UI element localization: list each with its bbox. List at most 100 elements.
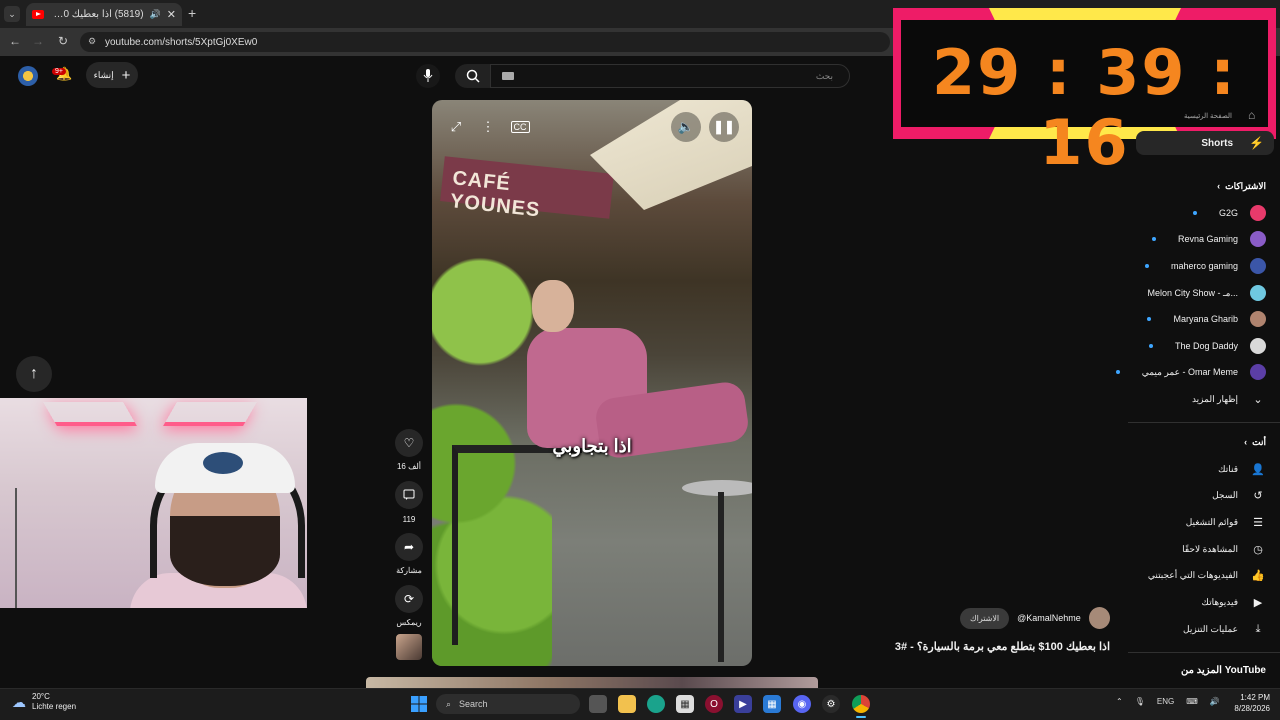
- clock-time: 1:42 PM: [1240, 693, 1270, 702]
- sidebar-item-your-channel[interactable]: قناتك 👤: [1218, 458, 1266, 480]
- captions-icon[interactable]: CC: [505, 112, 535, 142]
- playlist-icon: ☰: [1253, 516, 1263, 529]
- subscriptions-heading[interactable]: ‹ الاشتراكات: [1217, 181, 1266, 192]
- you-heading[interactable]: ‹ أنت: [1244, 437, 1266, 448]
- person-box-icon: 👤: [1251, 463, 1265, 476]
- chrome-icon[interactable]: [852, 695, 870, 713]
- keyboard-icon[interactable]: [502, 72, 514, 80]
- sidebar-item-channel[interactable]: Melon City Show - مـ...: [1147, 282, 1266, 304]
- reload-icon[interactable]: ↻: [55, 34, 71, 48]
- task-view-icon[interactable]: [589, 695, 607, 713]
- chevron-down-icon: ⌄: [1253, 393, 1263, 406]
- sidebar-item-label: عمليات التنزيل: [1183, 623, 1238, 634]
- sidebar-item-liked-videos[interactable]: الفيديوهات التي أعجبتني 👍: [1148, 564, 1266, 586]
- neon-light-right: [163, 402, 257, 426]
- sidebar-item-label: Melon City Show - مـ...: [1147, 287, 1238, 298]
- show-more-button[interactable]: إظهار المزيد ⌄: [1192, 388, 1266, 410]
- clock-icon: ◷: [1253, 543, 1263, 556]
- sidebar-item-playlists[interactable]: قوائم التشغيل ☰: [1186, 511, 1266, 533]
- pause-icon[interactable]: ❚❚: [709, 112, 739, 142]
- scroll-up-button[interactable]: ↑: [16, 356, 52, 392]
- like-button[interactable]: ♡: [395, 429, 423, 457]
- more-options-icon[interactable]: ⋮: [473, 112, 503, 142]
- language-indicator[interactable]: ENG: [1157, 697, 1174, 706]
- sidebar-item-downloads[interactable]: عمليات التنزيل ⤓: [1183, 618, 1266, 640]
- opera-icon[interactable]: O: [705, 695, 723, 713]
- sidebar-item-label: Maryana Gharib: [1173, 314, 1238, 324]
- sidebar: ‹ الاشتراكات G2G Revna Gaming maherco ga…: [1115, 96, 1280, 686]
- search-input[interactable]: بحث: [490, 64, 850, 88]
- back-arrow-icon[interactable]: ←: [7, 34, 23, 48]
- sidebar-item-label: G2G: [1218, 208, 1238, 218]
- like-count: 16 ألف: [396, 462, 422, 471]
- speaker-icon[interactable]: 🔊: [150, 9, 161, 20]
- thumb-up-icon: 👍: [1251, 569, 1265, 582]
- sidebar-item-label: قوائم التشغيل: [1185, 516, 1238, 527]
- channel-avatar: [1250, 285, 1266, 301]
- new-tab-button[interactable]: +: [188, 5, 196, 21]
- sidebar-item-channel[interactable]: Maryana Gharib: [1147, 308, 1266, 330]
- sidebar-item-watch-later[interactable]: المشاهدة لاحقًا ◷: [1182, 538, 1266, 560]
- shorts-video-player[interactable]: CAFÉ YOUNES: [432, 100, 752, 666]
- live-dot: [1144, 264, 1149, 268]
- microphone-icon[interactable]: [416, 64, 440, 88]
- channel-handle[interactable]: @KamalNehme: [1017, 613, 1081, 623]
- sidebar-item-channel[interactable]: G2G: [1192, 202, 1266, 224]
- create-button[interactable]: إنشاء +: [86, 62, 138, 88]
- search-button[interactable]: [455, 64, 491, 88]
- sidebar-item-history[interactable]: السجل ↺: [1212, 484, 1266, 506]
- sidebar-item-your-videos[interactable]: فيديوهاتك ▶: [1202, 591, 1266, 613]
- forward-arrow-icon[interactable]: →: [30, 34, 46, 48]
- chevron-up-icon[interactable]: ⌃: [1116, 697, 1123, 706]
- steam-icon[interactable]: ⚙: [822, 695, 840, 713]
- weather-text: 20°C Lichte regen: [32, 692, 76, 712]
- share-label: مشاركة: [396, 566, 422, 575]
- site-info-icon[interactable]: ⚙: [88, 36, 96, 47]
- comments-button[interactable]: [395, 481, 423, 509]
- subscribe-button[interactable]: الاشتراك: [960, 607, 1010, 629]
- store-icon[interactable]: ▦: [676, 695, 694, 713]
- windows-start-icon[interactable]: [410, 695, 428, 713]
- url-field[interactable]: ⚙ youtube.com/shorts/5XptGj0XEw0: [80, 32, 890, 52]
- tab-close-icon[interactable]: ✕: [167, 8, 176, 21]
- taskbar-search[interactable]: ⌕ Search: [436, 694, 580, 714]
- system-tray: ⌃ 🎙 ENG ⌨ 🔊: [1116, 697, 1220, 706]
- sidebar-item-label: المشاهدة لاحقًا: [1182, 543, 1238, 554]
- sidebar-item-channel[interactable]: maherco gaming: [1144, 255, 1266, 277]
- sidebar-item-label: إظهار المزيد: [1191, 393, 1238, 404]
- active-app-indicator: [856, 716, 866, 718]
- live-dot: [1147, 317, 1152, 321]
- you-heading-label: أنت: [1252, 437, 1266, 447]
- chevron-left-icon: ‹: [1217, 181, 1226, 191]
- share-button[interactable]: ➦: [395, 533, 423, 561]
- tab-list-button[interactable]: ⌄: [4, 6, 20, 22]
- sidebar-item-label: السجل: [1212, 489, 1238, 500]
- volume-icon[interactable]: 🔈: [671, 112, 701, 142]
- edge-icon[interactable]: [647, 695, 665, 713]
- app-icon[interactable]: ▶: [734, 695, 752, 713]
- video-caption: اذا بتجاوبي: [552, 436, 632, 456]
- channel-row: الاشتراك @KamalNehme: [960, 606, 1110, 630]
- discord-icon[interactable]: ◉: [793, 695, 811, 713]
- channel-avatar[interactable]: [1088, 607, 1110, 629]
- cafe-sign: CAFÉ YOUNES: [440, 156, 614, 221]
- live-dot: [1148, 344, 1153, 348]
- sidebar-item-channel[interactable]: The Dog Daddy: [1148, 335, 1266, 357]
- file-explorer-icon[interactable]: [618, 695, 636, 713]
- live-dot: [1192, 211, 1197, 215]
- sidebar-item-channel[interactable]: Revna Gaming: [1151, 228, 1266, 250]
- remix-button[interactable]: ⟳: [395, 585, 423, 613]
- sidebar-item-channel[interactable]: عمر ميمي - Omar Meme: [1115, 361, 1266, 383]
- windows-app-icon[interactable]: ▦: [763, 695, 781, 713]
- weather-widget[interactable]: ☁ 20°C Lichte regen: [12, 692, 76, 712]
- avatar[interactable]: [18, 66, 38, 86]
- microphone-tray-icon[interactable]: 🎙: [1135, 697, 1145, 706]
- system-clock[interactable]: 1:42 PM 8/28/2026: [1234, 692, 1270, 714]
- history-icon: ↺: [1253, 489, 1263, 502]
- browser-tab[interactable]: (5819) اذا بعطيك 100$ بتطلع 🔊 ✕: [26, 3, 182, 26]
- network-icon[interactable]: ⌨: [1186, 697, 1198, 706]
- sound-thumbnail[interactable]: [396, 634, 422, 660]
- next-video-preview[interactable]: [366, 677, 818, 688]
- volume-tray-icon[interactable]: 🔊: [1210, 697, 1220, 706]
- fullscreen-icon[interactable]: ⤢: [441, 112, 471, 142]
